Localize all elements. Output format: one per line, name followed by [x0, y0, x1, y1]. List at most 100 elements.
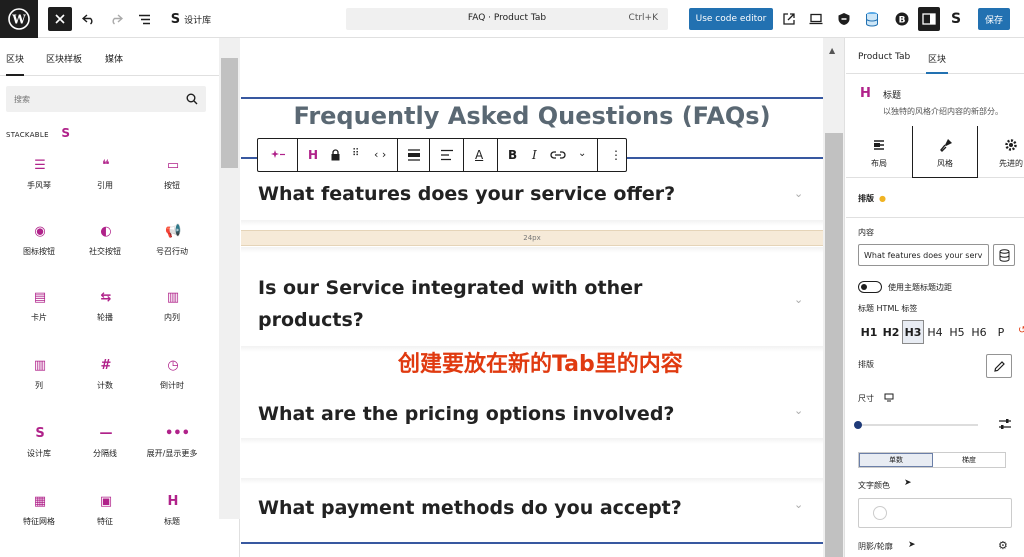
canvas-scrollbar[interactable]: ▲	[823, 38, 845, 557]
stackable-s-icon: S	[950, 11, 962, 27]
block-item[interactable]: S 设计库	[6, 422, 72, 484]
text-align-button[interactable]	[430, 139, 464, 171]
slider-handle[interactable]	[854, 421, 862, 429]
tab-advanced[interactable]: 先进的	[978, 126, 1024, 178]
chevron-down-icon[interactable]: ⌄	[794, 498, 803, 511]
count-up-icon: #	[100, 358, 112, 373]
block-item[interactable]: ▥ 内列	[139, 286, 205, 348]
block-item[interactable]: 📢 号召行动	[139, 220, 205, 282]
block-item-label: 轮播	[97, 313, 113, 322]
preview-device-button[interactable]	[806, 7, 826, 31]
design-library-label: 设计库	[184, 15, 212, 26]
faq-question[interactable]: Is our Service integrated with other pro…	[258, 272, 708, 336]
typography-section-title[interactable]: 排版 ●	[858, 193, 886, 204]
text-color-button[interactable]: A	[464, 139, 498, 171]
faq-question[interactable]: What payment methods do you accept?	[258, 492, 682, 524]
faq-question[interactable]: What are the pricing options involved?	[258, 398, 674, 430]
redo-button[interactable]	[106, 7, 126, 31]
view-page-button[interactable]	[780, 7, 798, 31]
settings-sidebar-toggle[interactable]	[918, 7, 940, 31]
typography-edit-button[interactable]	[986, 354, 1012, 378]
chevron-down-icon[interactable]: ⌄	[794, 187, 803, 200]
block-item[interactable]: ◷ 倒计时	[139, 354, 205, 416]
heading-block-icon[interactable]: H	[308, 148, 318, 162]
command-palette-title[interactable]: FAQ · Product Tab Ctrl+K	[346, 8, 668, 30]
tag-h3-button[interactable]: H3	[902, 320, 924, 344]
block-item[interactable]: ◐ 社交按钮	[72, 220, 138, 282]
block-item[interactable]: ▭ 按钮	[139, 154, 205, 216]
gear-icon[interactable]: ⚙	[998, 539, 1008, 552]
more-formats-chevron-icon[interactable]: ⌄	[578, 148, 586, 159]
chevron-down-icon[interactable]: ⌄	[794, 404, 803, 417]
block-options-button[interactable]: ⋮	[598, 139, 628, 171]
bold-icon[interactable]: B	[508, 148, 517, 162]
block-item[interactable]: ▥ 列	[6, 354, 72, 416]
document-overview-button[interactable]	[134, 7, 154, 31]
block-item[interactable]: ⇆ 轮播	[72, 286, 138, 348]
stackable-block-button[interactable]	[258, 139, 298, 171]
plugin-b-button[interactable]: B	[892, 7, 912, 31]
block-item[interactable]: ◉ 图标按钮	[6, 220, 72, 282]
block-item[interactable]: H 标题	[139, 490, 205, 552]
chevron-down-icon[interactable]: ⌄	[794, 293, 803, 306]
theme-margin-toggle[interactable]	[858, 281, 882, 293]
block-item[interactable]: ▣ 特征	[72, 490, 138, 552]
tab-patterns[interactable]: 区块样板	[46, 52, 82, 65]
tab-block[interactable]: 区块	[925, 52, 949, 74]
close-inserter-button[interactable]	[48, 7, 72, 31]
undo-button[interactable]	[78, 7, 98, 31]
block-search-input[interactable]: 搜索	[6, 86, 206, 112]
settings-sliders-icon[interactable]	[998, 418, 1012, 430]
scroll-up-icon[interactable]: ▲	[829, 46, 835, 55]
gradient-option[interactable]: 梯度	[933, 453, 1005, 467]
plugin-shield-button[interactable]	[834, 7, 854, 31]
tab-media[interactable]: 媒体	[105, 52, 123, 65]
block-alignment-button[interactable]	[398, 139, 430, 171]
block-item[interactable]: ••• 展开/显示更多	[139, 422, 205, 484]
text-color-picker[interactable]	[858, 498, 1012, 528]
single-color-option[interactable]: 单数	[859, 453, 933, 467]
tab-style[interactable]: 风格	[912, 126, 978, 178]
block-item[interactable]: ❝ 引用	[72, 154, 138, 216]
block-item[interactable]: ☰ 手风琴	[6, 154, 72, 216]
theme-margin-label: 使用主题标题边距	[888, 283, 952, 292]
move-arrows-icon[interactable]: ‹ ›	[374, 148, 386, 161]
block-item-label: 标题	[164, 517, 180, 526]
reset-icon[interactable]: ↺	[1018, 325, 1024, 336]
faq-question[interactable]: What features does your service offer?	[258, 178, 675, 210]
plugin-database-button[interactable]	[862, 7, 882, 31]
italic-icon[interactable]: I	[532, 148, 537, 162]
heading-block-icon: H	[860, 86, 871, 101]
tag-h2-button[interactable]: H2	[880, 320, 902, 344]
drag-handle-icon[interactable]: ⠿	[352, 148, 359, 159]
faq-heading[interactable]: Frequently Asked Questions (FAQs)	[241, 102, 823, 130]
link-icon[interactable]	[550, 150, 566, 160]
dynamic-content-button[interactable]	[993, 244, 1015, 266]
content-text-field[interactable]: What features does your serv	[858, 244, 989, 266]
wordpress-logo-icon[interactable]: W	[0, 0, 38, 38]
tag-h6-button[interactable]: H6	[968, 320, 990, 344]
desktop-icon[interactable]	[884, 393, 894, 402]
stackable-settings-button[interactable]: S	[946, 7, 966, 31]
block-item[interactable]: # 计数	[72, 354, 138, 416]
block-item[interactable]: — 分隔线	[72, 422, 138, 484]
block-item[interactable]: ▦ 特征网格	[6, 490, 72, 552]
tag-h1-button[interactable]: H1	[858, 320, 880, 344]
spacer-block[interactable]: 24px	[241, 230, 823, 246]
design-library-button[interactable]: S 设计库	[166, 7, 216, 31]
block-toolbar: H ⠿ ‹ › A B I ⌄ ⋮	[257, 138, 627, 172]
tag-p-button[interactable]: P	[990, 320, 1012, 344]
block-item[interactable]: ▤ 卡片	[6, 286, 72, 348]
tab-document[interactable]: Product Tab	[858, 52, 910, 62]
lock-icon[interactable]	[331, 149, 340, 161]
inserter-scrollbar[interactable]	[219, 38, 240, 519]
use-code-editor-button[interactable]: Use code editor	[689, 8, 773, 30]
save-button[interactable]: 保存	[978, 8, 1010, 30]
tag-h4-button[interactable]: H4	[924, 320, 946, 344]
faq-divider-bottom	[241, 542, 823, 544]
tab-layout[interactable]: 布局	[846, 126, 912, 178]
tag-h5-button[interactable]: H5	[946, 320, 968, 344]
align-wide-icon	[408, 149, 420, 161]
size-slider[interactable]	[854, 421, 978, 429]
tab-blocks[interactable]: 区块	[6, 52, 25, 76]
